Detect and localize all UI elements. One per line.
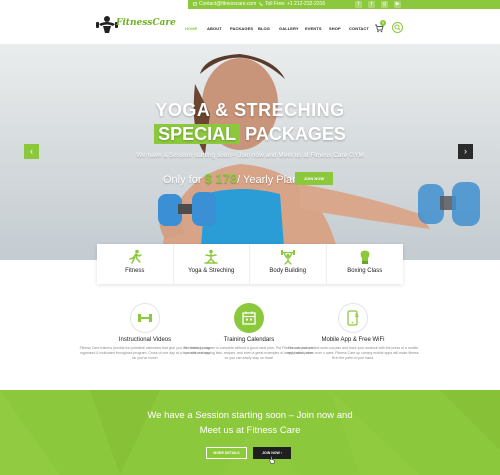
category-tabs: Fitness Yoga & Streching Body Building B… [97, 244, 403, 284]
phone-text: Toll Free: +1 212-232-2316 [265, 1, 326, 7]
nav-shop[interactable]: SHOP [329, 26, 341, 31]
tab-label: Body Building [269, 268, 307, 274]
facebook-icon[interactable]: f [355, 1, 362, 8]
feature-icon-wrap [130, 303, 160, 333]
tab-label: Boxing Class [347, 268, 383, 274]
price-amount: $ 178 [204, 171, 238, 186]
feature-icon-wrap [234, 303, 264, 333]
site-header: FitnessCare HOME ABOUT PACKAGES BLOG GAL… [0, 9, 500, 44]
dumbbell-right [418, 182, 480, 226]
nav-events[interactable]: EVENTS [305, 26, 322, 31]
nav-gallery[interactable]: GALLERY [279, 26, 299, 31]
logo-icon [96, 16, 118, 33]
hero-join-button[interactable]: JOIN NOW [295, 172, 333, 185]
feature-description: Choose your perfect work out plan and tr… [287, 346, 419, 360]
feature-title: Mobile App & Free WiFi [321, 337, 385, 343]
banner-line-2: Meet us at Fitness Care [199, 425, 301, 436]
feature-icon-wrap [338, 303, 368, 333]
search-icon [394, 24, 401, 31]
google-plus-icon[interactable]: g [381, 1, 388, 8]
tab-fitness[interactable]: Fitness [97, 244, 174, 284]
banner-line-1: We have a Session starting soon – Join n… [147, 410, 353, 421]
email-text: Contact@fitnesscare.com [199, 1, 257, 7]
hand-cursor-icon [269, 456, 275, 464]
cart-count-badge: 0 [380, 20, 386, 26]
tab-label: Yoga & Streching [188, 268, 235, 274]
tab-yoga[interactable]: Yoga & Streching [174, 244, 250, 284]
mobile-wifi-icon [347, 310, 359, 326]
nav-packages[interactable]: PACKAGES [230, 26, 253, 31]
tab-label: Fitness [125, 268, 145, 274]
twitter-icon[interactable]: t [368, 1, 375, 8]
search-button[interactable] [392, 22, 403, 33]
slider-next-button[interactable]: › [458, 144, 473, 159]
runner-icon [129, 249, 142, 264]
logo-text: FitnessCare [116, 18, 176, 28]
boxing-glove-icon [360, 250, 370, 264]
dumbbell-icon [138, 314, 152, 322]
more-details-button[interactable]: MORE DETAILS [206, 447, 247, 459]
hero-slider: YOGA & STRECHING SPECIAL PACKAGES We hav… [0, 44, 500, 260]
price-suffix: / Yearly Plan [237, 174, 299, 186]
hero-title-rest: PACKAGES [245, 124, 346, 144]
calendar-icon [242, 311, 256, 325]
hero-title: YOGA & STRECHING [155, 100, 345, 120]
envelope-icon [193, 2, 197, 5]
nav-blog[interactable]: BLOG [258, 26, 270, 31]
youtube-icon[interactable]: ▶ [394, 1, 401, 8]
hero-title-highlight: SPECIAL [154, 124, 241, 144]
hero-price: Only for $ 178/ Yearly Plan [163, 171, 298, 186]
price-prefix: Only for [163, 174, 202, 186]
hero-title-line2: SPECIAL PACKAGES [0, 124, 500, 145]
phone-icon [259, 1, 263, 6]
phone-link[interactable]: Toll Free: +1 212-232-2316 [259, 1, 325, 7]
weightlifter-icon [280, 250, 295, 265]
slider-prev-button[interactable]: ‹ [24, 144, 39, 159]
chevron-left-icon: ‹ [30, 146, 33, 156]
nav-contact[interactable]: CONTACT [349, 26, 369, 31]
tab-body-building[interactable]: Body Building [250, 244, 327, 284]
page: Contact@fitnesscare.com Toll Free: +1 21… [0, 0, 500, 475]
cta-banner: We have a Session starting soon – Join n… [0, 390, 500, 475]
email-link[interactable]: Contact@fitnesscare.com [193, 1, 256, 7]
chevron-right-icon: › [464, 146, 467, 156]
tab-boxing[interactable]: Boxing Class [327, 244, 404, 284]
nav-home[interactable]: HOME [185, 26, 197, 31]
yoga-pose-icon [204, 249, 218, 264]
top-bar: Contact@fitnesscare.com Toll Free: +1 21… [0, 0, 500, 9]
site-logo[interactable]: FitnessCare [96, 14, 176, 34]
nav-about[interactable]: ABOUT [207, 26, 222, 31]
hero-subtitle: We have a Session starting soon – Join n… [136, 152, 364, 159]
